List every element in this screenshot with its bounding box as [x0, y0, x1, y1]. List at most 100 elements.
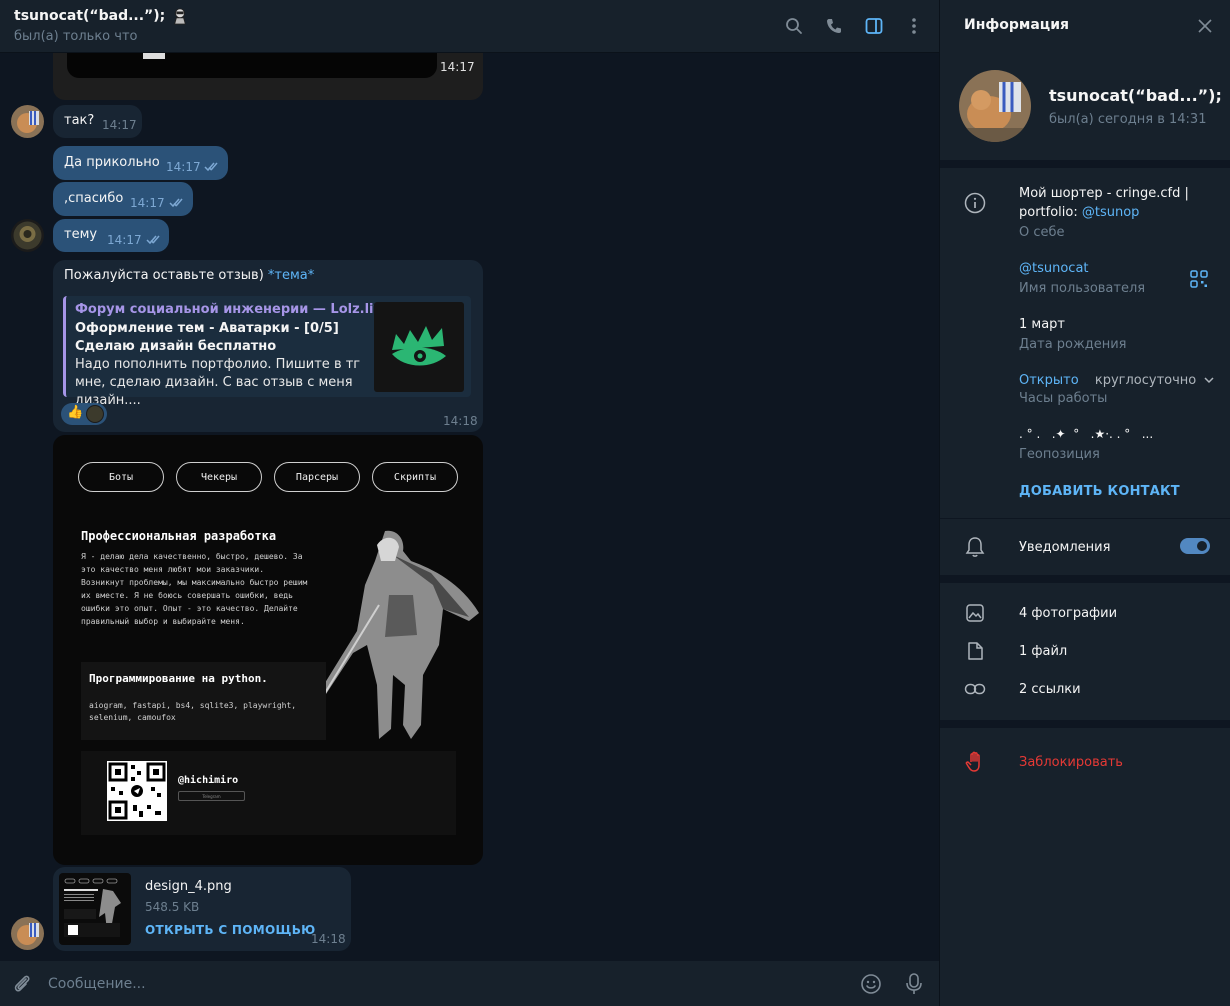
attach-icon[interactable] [11, 973, 33, 999]
divider [940, 160, 1230, 168]
files-link[interactable]: 1 файл [1019, 642, 1067, 661]
username-label: Имя пользователя [1019, 281, 1146, 296]
chat-status: был(а) только что [14, 29, 138, 44]
file-thumbnail[interactable] [59, 873, 131, 945]
design-pill: Парсеры [274, 462, 360, 492]
add-contact-button[interactable]: ДОБАВИТЬ КОНТАКТ [1019, 484, 1180, 499]
design-handle: @hichimiro [178, 775, 239, 786]
avatar[interactable] [11, 105, 44, 138]
chat-title[interactable]: tsunocat(“bad...”); [14, 7, 189, 25]
microphone-icon[interactable] [903, 972, 925, 1000]
divider [940, 720, 1230, 728]
chevron-down-icon [1204, 371, 1214, 390]
sidebar-toggle-icon[interactable] [863, 15, 885, 37]
design-pill: Скрипты [372, 462, 458, 492]
profile-name: tsunocat(“bad...”); [1049, 86, 1230, 105]
phone-icon[interactable] [823, 15, 845, 37]
profile-last-seen: был(а) сегодня в 14:31 [1049, 112, 1207, 127]
birthday-value: 1 март [1019, 317, 1066, 332]
message-text: так? [64, 113, 95, 128]
user-info-panel: Информация tsunocat(“bad...”); был(а) се… [939, 0, 1230, 1006]
hours-value[interactable]: Открыто круглосуточно [1019, 371, 1214, 390]
link-preview-description: Надо пополнить портфолио. Пишите в тг мн… [75, 357, 361, 408]
chat-title-text: tsunocat(“bad...”); [14, 8, 166, 24]
message-time: 14:17 [107, 233, 142, 247]
message-outgoing[interactable]: ,спасибо 14:17 [53, 182, 193, 216]
lolz-eye-logo-icon [392, 326, 446, 366]
message-list[interactable]: 14:17 так? 14:17 Да прикольно 14:17 ,спа… [0, 53, 939, 961]
qr-fragment [143, 53, 165, 59]
link-preview-title: Оформление тем - Аватарки - [0/5] Сделаю… [75, 321, 339, 354]
more-vertical-icon[interactable] [903, 15, 925, 37]
notifications-label: Уведомления [1019, 540, 1111, 555]
photo-icon [963, 601, 987, 625]
qr-code-icon[interactable] [1190, 270, 1208, 292]
bell-icon [963, 535, 987, 559]
design-image[interactable]: Боты Чекеры Парсеры Скрипты Профессионал… [53, 435, 483, 865]
message-input[interactable] [48, 973, 828, 995]
message-time: 14:17 [102, 118, 137, 132]
close-icon[interactable] [1196, 17, 1214, 35]
hand-stop-icon [963, 750, 987, 774]
design-stack: aiogram, fastapi, bs4, sqlite3, playwrig… [89, 701, 297, 722]
avatar[interactable] [11, 219, 44, 252]
username-link[interactable]: @tsunocat [1019, 259, 1089, 278]
photos-link[interactable]: 4 фотографии [1019, 604, 1117, 623]
design-contact-box: @hichimiro Telegram [81, 751, 456, 835]
double-check-icon [169, 198, 183, 208]
bio-label: О себе [1019, 225, 1065, 240]
message-time: 14:17 [440, 60, 475, 74]
message-image-partial[interactable]: 14:17 [53, 53, 483, 100]
message-text: Пожалуйста оставьте отзыв) *тема* [64, 268, 315, 283]
image-partial [67, 53, 437, 78]
message-time: 14:17 [166, 160, 201, 174]
block-user-button[interactable]: Заблокировать [1019, 755, 1123, 770]
message-file[interactable]: design_4.png 548.5 KB ОТКРЫТЬ С ПОМОЩЬЮ … [53, 867, 351, 951]
design-pill: Чекеры [176, 462, 262, 492]
chat-header[interactable]: tsunocat(“bad...”); был(а) только что [0, 0, 939, 53]
avatar[interactable] [11, 917, 44, 950]
search-icon[interactable] [783, 15, 805, 37]
file-icon [963, 639, 987, 663]
divider [940, 575, 1230, 583]
bio-link[interactable]: @tsunop [1082, 205, 1140, 220]
geo-label: Геопозиция [1019, 447, 1100, 462]
design-paragraph: Я - делаю дела качественно, быстро, деше… [81, 552, 308, 626]
chat-pane: tsunocat(“bad...”); был(а) только что 14… [0, 0, 939, 1006]
design-small-button: Telegram [178, 791, 245, 801]
links-link[interactable]: 2 ссылки [1019, 680, 1081, 699]
message-time: 14:17 [130, 196, 165, 210]
birthday-label: Дата рождения [1019, 337, 1127, 352]
double-check-icon [204, 162, 218, 172]
reaction-avatar [86, 405, 104, 423]
hours-open-status: Открыто [1019, 373, 1079, 388]
design-heading: Профессиональная разработка [81, 529, 277, 543]
link-preview-site: Форум социальной инженерии — Lolz.live..… [75, 302, 406, 317]
hours-label: Часы работы [1019, 391, 1108, 406]
thumbs-up-icon: 👍 [67, 405, 84, 420]
bio-text: Мой шортер - cringe.cfd | portfolio: @ts… [1019, 186, 1189, 220]
message-outgoing[interactable]: тему 14:17 [53, 219, 169, 252]
file-size: 548.5 KB [145, 900, 200, 914]
link-preview-thumbnail [374, 302, 464, 392]
geo-value: . ° . .✦ ° .★·. . ° ... [1019, 427, 1154, 441]
reaction-badge[interactable]: 👍 [61, 403, 107, 425]
message-text: тему [64, 227, 98, 242]
profile-avatar[interactable] [959, 70, 1031, 142]
divider [940, 518, 1230, 519]
message-link[interactable]: *тема* [268, 268, 314, 283]
message-text: ,спасибо [64, 191, 124, 206]
message-with-link-preview[interactable]: Пожалуйста оставьте отзыв) *тема* Форум … [53, 260, 483, 432]
notifications-toggle[interactable] [1180, 538, 1210, 554]
qr-code-icon [107, 761, 167, 821]
message-incoming[interactable]: так? 14:17 [53, 105, 142, 138]
message-outgoing[interactable]: Да прикольно 14:17 [53, 146, 228, 180]
double-check-icon [146, 235, 160, 245]
link-preview-card[interactable]: Форум социальной инженерии — Lolz.live..… [63, 296, 471, 408]
info-circle-icon [963, 191, 987, 215]
info-panel-title: Информация [964, 17, 1069, 33]
message-composer [0, 961, 939, 1006]
design-python-box: Программирование на python. aiogram, fas… [81, 662, 326, 740]
emoji-icon[interactable] [860, 973, 882, 999]
open-with-button[interactable]: ОТКРЫТЬ С ПОМОЩЬЮ [145, 923, 316, 937]
